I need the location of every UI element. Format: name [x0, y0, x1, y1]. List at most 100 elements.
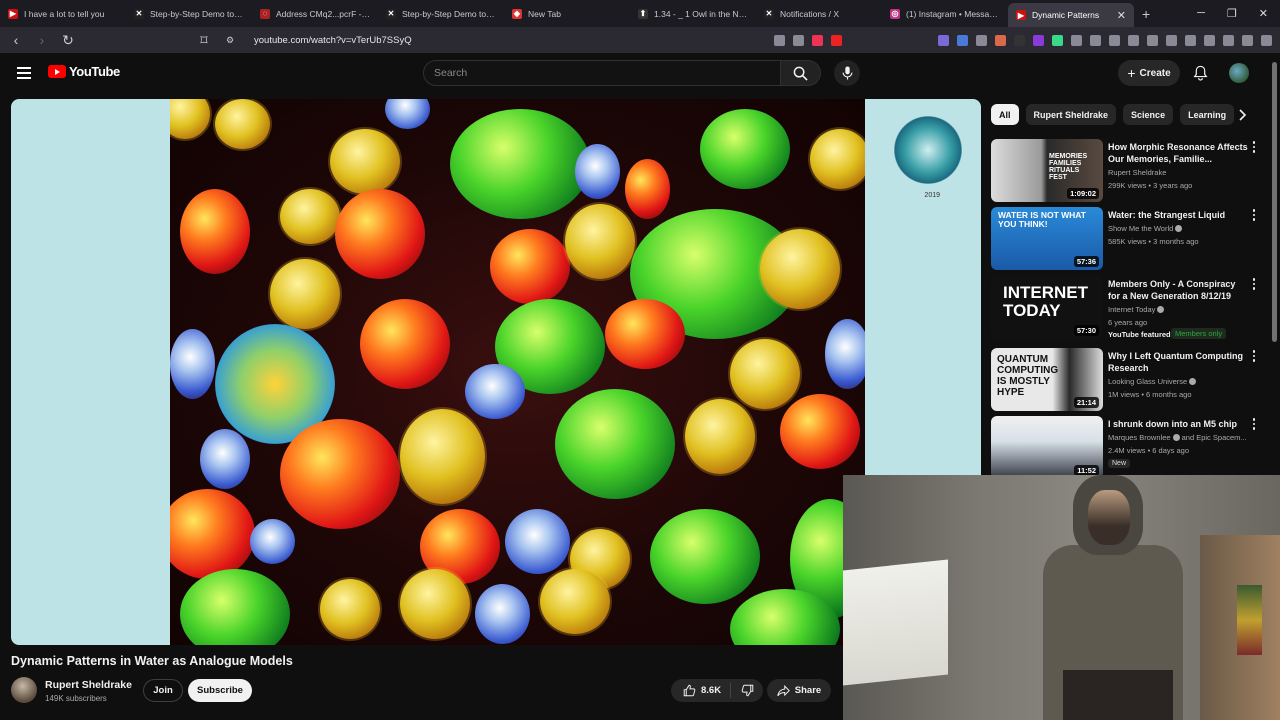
youtube-logo[interactable]: YouTube	[48, 64, 120, 79]
recommendation-item[interactable]: WATER IS NOT WHAT YOU THINK! 57:36 Water…	[991, 207, 1271, 271]
search-input[interactable]	[423, 60, 781, 86]
create-button[interactable]: + Create	[1118, 60, 1180, 86]
video-thumbnail[interactable]: QUANTUM COMPUTING IS MOSTLY HYPE 21:14	[991, 348, 1103, 411]
video-thumbnail[interactable]: WATER IS NOT WHAT YOU THINK! 57:36	[991, 207, 1103, 270]
extension-icon[interactable]	[774, 34, 785, 46]
reload-icon[interactable]: ↻	[60, 32, 76, 49]
close-tab-icon[interactable]: ✕	[1117, 9, 1126, 22]
share-button[interactable]: Share	[767, 679, 831, 702]
browser-tab[interactable]: ✕ Step-by-Step Demo to Int	[378, 0, 504, 27]
extension-icon[interactable]	[995, 34, 1006, 46]
more-options-icon[interactable]	[1251, 141, 1257, 155]
extension-icon[interactable]	[1090, 34, 1101, 46]
extension-icon[interactable]	[1204, 34, 1215, 46]
brave-shield-icon[interactable]	[812, 34, 823, 46]
site-info-icon[interactable]: ⚙	[222, 35, 238, 46]
browser-tab[interactable]: ▶ I have a lot to tell you	[0, 0, 126, 27]
recommendation-meta: 6 years ago	[1108, 318, 1148, 327]
recommendation-channel[interactable]: Looking Glass Universe	[1108, 377, 1197, 386]
more-options-icon[interactable]	[1251, 209, 1257, 223]
back-icon[interactable]: ‹	[8, 32, 24, 48]
extension-icon[interactable]	[1052, 34, 1063, 46]
video-thumbnail[interactable]: INTERNET TODAY 57:30	[991, 276, 1103, 339]
video-thumbnail[interactable]: 11:52	[991, 416, 1103, 479]
close-window-icon[interactable]: ✕	[1259, 7, 1268, 20]
chip-science[interactable]: Science	[1123, 104, 1174, 125]
seal-year: 2019	[924, 192, 940, 199]
recommendation-item[interactable]: QUANTUM COMPUTING IS MOSTLY HYPE 21:14 W…	[991, 348, 1271, 412]
chip-rupert-sheldrake[interactable]: Rupert Sheldrake	[1025, 104, 1117, 125]
verified-icon	[1175, 225, 1183, 232]
recommendation-item[interactable]: INTERNET TODAY 57:30 Members Only - A Co…	[991, 276, 1271, 340]
like-button[interactable]: 8.6K	[671, 683, 732, 698]
search-button[interactable]	[781, 60, 821, 86]
extension-icon[interactable]	[938, 34, 949, 46]
recommendation-item[interactable]: 11:52 I shrunk down into an M5 chip Marq…	[991, 416, 1271, 480]
brave-rewards-icon[interactable]	[831, 34, 842, 46]
music-icon[interactable]	[1147, 34, 1158, 46]
x-favicon-icon: ✕	[386, 8, 396, 19]
thumbs-down-icon	[741, 684, 754, 697]
bookmark-icon[interactable]: ⌑	[196, 32, 212, 49]
video-player[interactable]: 2019	[11, 99, 981, 645]
menu-icon[interactable]	[1261, 34, 1272, 46]
extension-icon[interactable]	[1014, 34, 1025, 46]
wallet-icon[interactable]	[1185, 34, 1196, 46]
more-options-icon[interactable]	[1251, 278, 1257, 292]
x-favicon-icon: ✕	[134, 8, 144, 19]
share-icon[interactable]	[793, 34, 804, 46]
page-scrollbar[interactable]	[1272, 62, 1277, 342]
forward-icon[interactable]: ›	[34, 32, 50, 48]
new-tab-button[interactable]: +	[1134, 6, 1158, 22]
instagram-favicon-icon: ◎	[890, 8, 900, 19]
subscribe-button[interactable]: Subscribe	[188, 679, 252, 702]
chevron-right-icon[interactable]	[1238, 108, 1248, 122]
account-avatar[interactable]	[1229, 63, 1249, 83]
more-options-icon[interactable]	[1251, 350, 1257, 364]
extension-icon[interactable]	[976, 34, 987, 46]
browser-tab[interactable]: ⬆ 1.34 - _ 1 Owl in the Night	[630, 0, 756, 27]
sidebar-icon[interactable]	[1166, 34, 1177, 46]
browser-tab[interactable]: ◆ New Tab	[504, 0, 630, 27]
extension-icon[interactable]	[1128, 34, 1139, 46]
logo-text: YouTube	[69, 64, 120, 79]
puzzle-icon[interactable]	[1071, 34, 1082, 46]
tab-label: Step-by-Step Demo to Int	[150, 8, 244, 19]
browser-tab[interactable]: ✕ Notifications / X	[756, 0, 882, 27]
menu-icon[interactable]	[17, 67, 31, 82]
browser-tab[interactable]: ✕ Step-by-Step Demo to Int	[126, 0, 252, 27]
browser-tab[interactable]: ◎ (1) Instagram • Messages	[882, 0, 1008, 27]
maximize-icon[interactable]: ❐	[1227, 7, 1237, 20]
create-label: Create	[1139, 67, 1171, 79]
dislike-button[interactable]	[731, 684, 754, 697]
notifications-bell-icon[interactable]	[1193, 65, 1208, 81]
window-controls: ─ ❐ ✕	[1197, 7, 1280, 20]
browser-tab-active[interactable]: ▶ Dynamic Patterns ✕	[1008, 3, 1134, 27]
address-bar: ‹ › ↻ ⌑ ⚙ youtube.com/watch?v=vTerUb7SSy…	[0, 27, 1280, 53]
voice-search-button[interactable]	[834, 60, 860, 86]
video-thumbnail[interactable]: MEMORIES FAMILIES RITUALS FEST 1:09:02	[991, 139, 1103, 202]
channel-name[interactable]: Rupert Sheldrake	[45, 679, 132, 691]
recommendation-title: How Morphic Resonance Affects Our Memori…	[1108, 142, 1248, 164]
minimize-icon[interactable]: ─	[1197, 7, 1205, 20]
like-count: 8.6K	[701, 685, 722, 696]
chip-learning[interactable]: Learning	[1180, 104, 1235, 125]
chip-all[interactable]: All	[991, 104, 1019, 125]
verified-icon	[1189, 378, 1197, 385]
browser-tab[interactable]: ◌ Address CMq2...pcrF - Ma	[252, 0, 378, 27]
extension-icon[interactable]	[1033, 34, 1044, 46]
recommendation-item[interactable]: MEMORIES FAMILIES RITUALS FEST 1:09:02 H…	[991, 139, 1271, 203]
recommendation-channel[interactable]: Show Me the World	[1108, 224, 1183, 233]
url-field[interactable]: youtube.com/watch?v=vTerUb7SSyQ	[254, 35, 764, 46]
recommendation-channel[interactable]: Rupert Sheldrake	[1108, 168, 1166, 177]
vpn-icon[interactable]	[1242, 34, 1253, 46]
more-options-icon[interactable]	[1251, 418, 1257, 432]
recommendation-meta: 2.4M views • 6 days ago	[1108, 446, 1189, 455]
sparkle-icon[interactable]	[1223, 34, 1234, 46]
extension-icon[interactable]	[957, 34, 968, 46]
channel-avatar[interactable]	[11, 677, 37, 703]
join-button[interactable]: Join	[143, 679, 183, 702]
extension-icon[interactable]	[1109, 34, 1120, 46]
recommendation-channel[interactable]: Internet Today	[1108, 305, 1165, 314]
recommendation-channel[interactable]: Marques Brownlee and Epic Spacem...	[1108, 433, 1247, 442]
